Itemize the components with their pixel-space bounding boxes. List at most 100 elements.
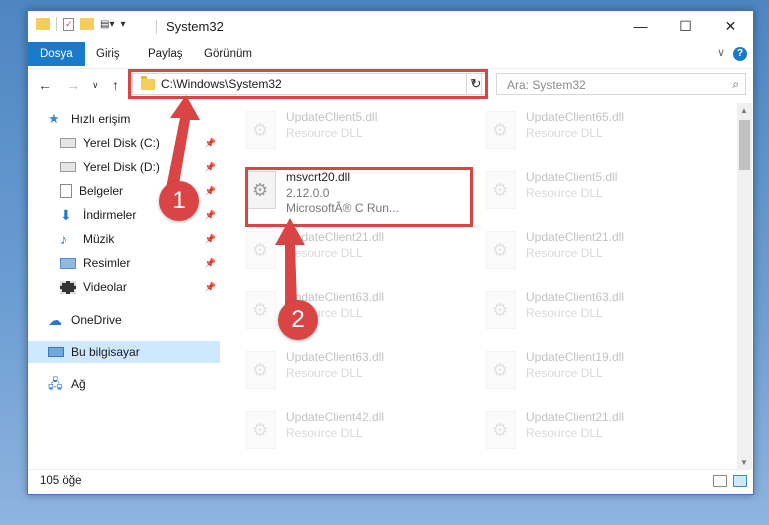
dll-file-icon xyxy=(246,351,276,389)
item-count: 105 öğe xyxy=(40,475,82,487)
file-name: UpdateClient5.dll xyxy=(526,170,618,184)
file-type: Resource DLL xyxy=(526,306,603,320)
pin-icon[interactable]: 📌 xyxy=(205,234,216,245)
tab-share[interactable]: Paylaş xyxy=(138,42,193,66)
documents-icon xyxy=(60,184,72,198)
file-type: Resource DLL xyxy=(286,246,363,260)
file-name: UpdateClient63.dll xyxy=(286,350,385,364)
file-type: Resource DLL xyxy=(286,426,363,440)
tab-file[interactable]: Dosya xyxy=(28,42,85,66)
properties-icon[interactable]: ✓ xyxy=(63,17,74,31)
back-arrow-icon[interactable]: ← xyxy=(38,77,52,93)
pin-icon[interactable]: 📌 xyxy=(205,138,216,149)
scroll-up-icon[interactable]: ▲ xyxy=(740,106,748,115)
file-type: Resource DLL xyxy=(526,246,603,260)
sidebar-item-label: Yerel Disk (C:) xyxy=(83,136,160,150)
maximize-button[interactable]: ☐ xyxy=(663,11,708,41)
list-item[interactable]: UpdateClient21.dll Resource DLL xyxy=(478,406,708,456)
star-icon: ★ xyxy=(48,111,60,126)
network-icon: 🖧 xyxy=(48,376,63,391)
list-item[interactable]: UpdateClient21.dll Resource DLL xyxy=(238,226,468,276)
pin-icon[interactable]: 📌 xyxy=(205,258,216,269)
sidebar-item-disk-d[interactable]: Yerel Disk (D:) 📌 xyxy=(28,156,220,178)
dll-file-icon xyxy=(246,291,276,329)
list-item[interactable]: UpdateClient65.dll Resource DLL xyxy=(478,106,708,156)
minimize-button[interactable]: — xyxy=(618,11,663,41)
customize-qat-icon[interactable]: ▤▾ xyxy=(100,19,114,30)
drive-icon xyxy=(60,138,76,148)
dll-file-icon xyxy=(246,111,276,149)
file-type: Resource DLL xyxy=(526,126,603,140)
scroll-thumb[interactable] xyxy=(739,120,750,170)
pin-icon[interactable]: 📌 xyxy=(205,162,216,173)
tab-view[interactable]: Görünüm xyxy=(194,42,262,66)
list-item[interactable]: UpdateClient63.dll Resource DLL xyxy=(478,286,708,336)
sidebar-item-label: Ağ xyxy=(71,377,86,391)
navigation-pane: ★ Hızlı erişim Yerel Disk (C:) 📌 Yerel D… xyxy=(28,103,223,463)
recent-locations-icon[interactable]: ∨ xyxy=(92,80,99,91)
new-folder-icon[interactable] xyxy=(80,18,94,30)
sidebar-item-label: İndirmeler xyxy=(83,208,137,222)
file-name: UpdateClient19.dll xyxy=(526,350,625,364)
sidebar-item-label: Hızlı erişim xyxy=(71,112,131,126)
sidebar-item-onedrive[interactable]: ☁ OneDrive xyxy=(28,309,220,331)
file-type: Resource DLL xyxy=(526,426,603,440)
search-placeholder: Ara: System32 xyxy=(507,78,586,92)
dll-file-icon xyxy=(486,111,516,149)
music-icon: ♪ xyxy=(60,231,67,247)
search-icon: ⌕ xyxy=(732,77,739,91)
file-name: UpdateClient65.dll xyxy=(526,110,625,124)
vertical-scrollbar[interactable]: ▲ ▼ xyxy=(737,103,752,470)
dll-file-icon xyxy=(246,411,276,449)
downloads-icon: ⬇ xyxy=(60,207,72,223)
forward-arrow-icon[interactable]: → xyxy=(66,77,80,93)
details-view-icon[interactable] xyxy=(713,475,727,487)
navigation-bar: ← → ∨ ↑ C:\Windows\System32 ∨ ↻ Ara: Sys… xyxy=(28,68,753,101)
tab-home[interactable]: Giriş xyxy=(86,42,130,66)
file-name: UpdateClient5.dll xyxy=(286,110,378,124)
sidebar-item-quick-access[interactable]: ★ Hızlı erişim xyxy=(28,108,220,130)
list-item[interactable]: UpdateClient63.dll Resource DLL xyxy=(238,286,468,336)
file-name: UpdateClient42.dll xyxy=(286,410,385,424)
up-arrow-icon[interactable]: ↑ xyxy=(112,77,119,93)
file-type: Resource DLL xyxy=(286,366,363,380)
close-button[interactable]: ✕ xyxy=(708,11,753,41)
pin-icon[interactable]: 📌 xyxy=(205,186,216,197)
sidebar-item-network[interactable]: 🖧 Ağ xyxy=(28,373,220,395)
list-item[interactable]: UpdateClient5.dll Resource DLL xyxy=(238,106,468,156)
list-item[interactable]: UpdateClient5.dll Resource DLL xyxy=(478,166,708,216)
scroll-down-icon[interactable]: ▼ xyxy=(740,458,748,467)
file-name: UpdateClient21.dll xyxy=(526,230,625,244)
tiles-view-icon[interactable] xyxy=(733,475,747,487)
sidebar-item-label: Belgeler xyxy=(79,184,124,198)
sidebar-item-videos[interactable]: Videolar 📌 xyxy=(28,276,220,298)
divider xyxy=(156,20,157,34)
sidebar-item-this-pc[interactable]: Bu bilgisayar xyxy=(28,341,220,363)
sidebar-item-label: Resimler xyxy=(83,256,131,270)
divider xyxy=(56,17,57,31)
sidebar-item-pictures[interactable]: Resimler 📌 xyxy=(28,252,220,274)
pin-icon[interactable]: 📌 xyxy=(205,282,216,293)
sidebar-item-label: Yerel Disk (D:) xyxy=(83,160,160,174)
sidebar-item-music[interactable]: ♪ Müzik 📌 xyxy=(28,228,220,250)
file-type: Resource DLL xyxy=(526,186,603,200)
explorer-window: ✓ ▤▾ ▾ System32 — ☐ ✕ Dosya Giriş Paylaş… xyxy=(27,10,754,495)
list-item[interactable]: UpdateClient63.dll Resource DLL xyxy=(238,346,468,396)
list-item[interactable]: UpdateClient19.dll Resource DLL xyxy=(478,346,708,396)
title-bar: ✓ ▤▾ ▾ System32 — ☐ ✕ xyxy=(28,11,753,42)
list-item[interactable]: UpdateClient21.dll Resource DLL xyxy=(478,226,708,276)
folder-icon xyxy=(36,18,50,30)
dll-file-icon xyxy=(486,231,516,269)
list-item[interactable]: UpdateClient42.dll Resource DLL xyxy=(238,406,468,456)
pin-icon[interactable]: 📌 xyxy=(205,210,216,221)
sidebar-item-disk-c[interactable]: Yerel Disk (C:) 📌 xyxy=(28,132,220,154)
qat-dropdown-icon[interactable]: ▾ xyxy=(120,19,125,30)
computer-icon xyxy=(48,347,64,357)
file-type: Resource DLL xyxy=(286,126,363,140)
help-icon[interactable]: ? xyxy=(733,47,747,61)
dll-file-icon xyxy=(246,231,276,269)
expand-ribbon-icon[interactable]: ∨ xyxy=(717,46,725,59)
address-highlight-box xyxy=(128,69,488,99)
search-input[interactable]: Ara: System32 ⌕ xyxy=(496,73,746,95)
dll-file-icon xyxy=(486,171,516,209)
